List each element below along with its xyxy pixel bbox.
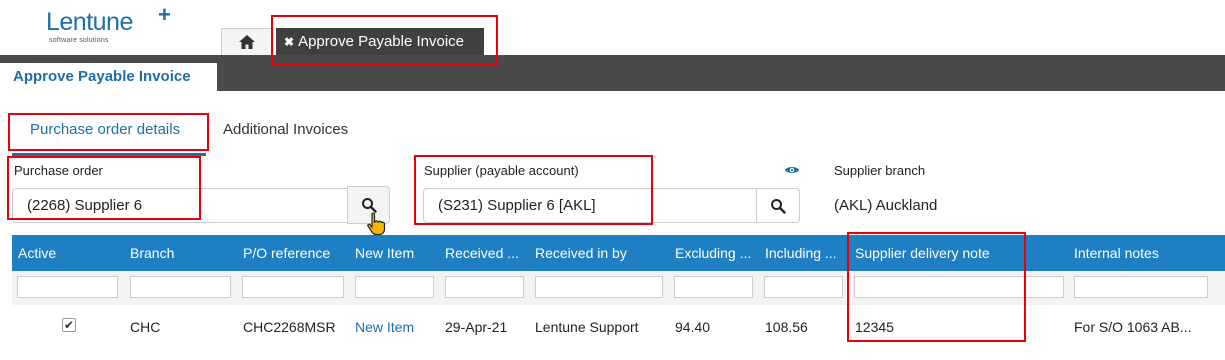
cell-branch: CHC	[130, 319, 161, 335]
logo-name: Lentune	[46, 8, 133, 36]
filter-received-in-by[interactable]	[535, 276, 663, 298]
cell-received: 29-Apr-21	[445, 319, 508, 335]
filter-internal-notes[interactable]	[1074, 276, 1208, 298]
search-icon	[361, 198, 377, 213]
page-title: Approve Payable Invoice	[0, 63, 217, 91]
column-header-branch[interactable]: Branch	[130, 245, 174, 261]
hand-cursor-icon	[367, 212, 386, 236]
eye-icon[interactable]	[784, 165, 800, 175]
supplier-branch-value: (AKL) Auckland	[834, 197, 938, 214]
annotation-box	[7, 156, 201, 220]
cell-received-by: Lentune Support	[535, 319, 639, 335]
new-item-link[interactable]: New Item	[355, 319, 414, 335]
annotation-box	[414, 155, 653, 225]
cell-excluding: 94.40	[675, 319, 711, 335]
search-icon	[771, 198, 786, 214]
annotation-box	[847, 232, 1026, 342]
filter-active[interactable]	[17, 276, 118, 298]
filter-new-item[interactable]	[355, 276, 434, 298]
column-header-new-item[interactable]: New Item	[355, 245, 414, 261]
supplier-search-button[interactable]	[756, 188, 800, 223]
column-header-including[interactable]: Including ...	[765, 245, 837, 261]
logo-plus: +	[158, 2, 171, 27]
column-header-received-in-by[interactable]: Received in by	[535, 245, 627, 261]
active-checkbox[interactable]: ✔	[62, 318, 76, 332]
filter-branch[interactable]	[130, 276, 231, 298]
logo-tagline: software solutions	[49, 37, 109, 44]
tab-additional-invoices[interactable]: Additional Invoices	[223, 121, 348, 138]
annotation-box	[8, 113, 209, 151]
filter-including[interactable]	[764, 276, 843, 298]
supplier-branch-label: Supplier branch	[834, 163, 926, 178]
annotation-box	[271, 15, 498, 65]
cell-including: 108.56	[765, 319, 808, 335]
home-icon	[239, 35, 255, 49]
cell-po-reference: CHC2268MSR	[243, 319, 336, 335]
filter-po-reference[interactable]	[242, 276, 344, 298]
cell-internal-notes: For S/O 1063 AB...	[1074, 319, 1192, 335]
column-header-received[interactable]: Received ...	[445, 245, 519, 261]
home-tab[interactable]	[221, 28, 273, 55]
column-header-po-reference[interactable]: P/O reference	[243, 245, 330, 261]
column-header-excluding[interactable]: Excluding ...	[675, 245, 751, 261]
lentune-logo: Lentune + software solutions	[46, 2, 176, 46]
filter-excluding[interactable]	[674, 276, 753, 298]
column-header-internal-notes[interactable]: Internal notes	[1074, 245, 1159, 261]
filter-received[interactable]	[445, 276, 524, 298]
column-header-active[interactable]: Active	[18, 245, 56, 261]
